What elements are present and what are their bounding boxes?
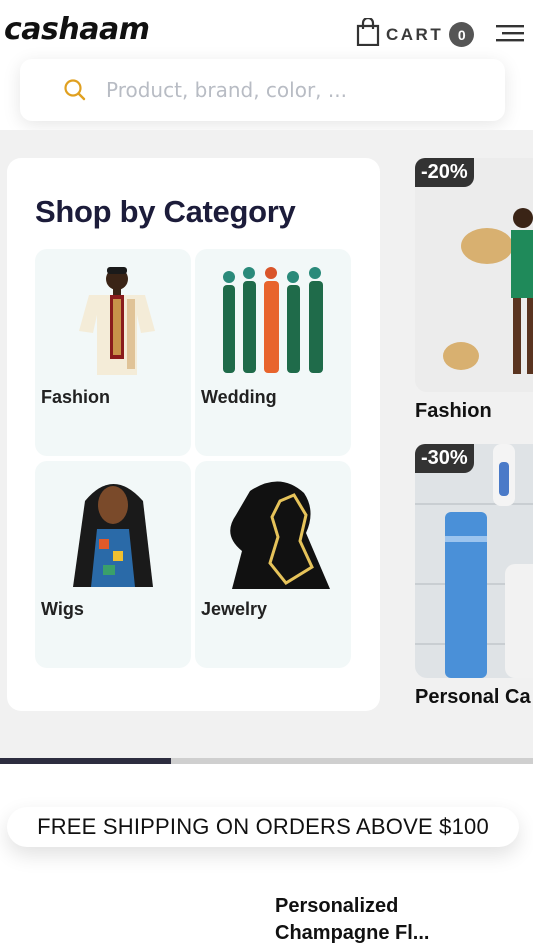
category-tile-wedding[interactable]: Wedding [195, 249, 351, 456]
fashion-image [79, 267, 155, 375]
category-tile-fashion[interactable]: Fashion [35, 249, 191, 456]
search-bar[interactable] [20, 59, 505, 121]
deal-image [415, 158, 533, 392]
personal-care-image [415, 444, 533, 678]
free-shipping-banner: FREE SHIPPING ON ORDERS ABOVE $100 [7, 807, 519, 847]
shopping-bag-icon [356, 16, 380, 51]
category-card: Shop by Category Fashion Wedding Wigs Je… [7, 158, 380, 711]
fashion-model-image [415, 158, 533, 392]
category-label: Jewelry [201, 599, 268, 619]
category-tile-wigs[interactable]: Wigs [35, 461, 191, 668]
category-label: Fashion [41, 387, 111, 407]
logo[interactable]: cashaam [4, 12, 150, 47]
product-title[interactable]: Personalized Champagne Fl... [275, 893, 515, 944]
search-icon [64, 79, 86, 101]
header: cashaam CART 0 [0, 0, 533, 130]
category-label: Wigs [41, 599, 84, 619]
cart-label: CART [386, 24, 444, 44]
discount-badge: -30% [415, 444, 474, 473]
deal-label: Personal Ca [415, 686, 531, 708]
product-title-line1: Personalized [275, 895, 399, 917]
category-label: Wedding [201, 387, 277, 407]
carousel-scroll-thumb[interactable] [0, 758, 171, 764]
wigs-image [73, 484, 153, 587]
discount-badge: -20% [415, 158, 474, 187]
jewelry-image [230, 481, 330, 589]
wedding-image [223, 267, 323, 373]
cart-count-badge: 0 [449, 22, 475, 47]
hamburger-icon [496, 25, 524, 42]
carousel-scrollbar[interactable] [0, 758, 533, 764]
deal-card-personal-care[interactable]: -30% Personal Ca [415, 444, 533, 714]
menu-button[interactable] [496, 22, 526, 44]
page: cashaam CART 0 Product, brand, color, ..… [0, 0, 533, 944]
deal-image [415, 444, 533, 678]
deal-label: Fashion [415, 400, 492, 422]
search-input[interactable] [106, 78, 476, 102]
deal-card-fashion[interactable]: -20% Fashion [415, 158, 533, 428]
category-tile-jewelry[interactable]: Jewelry [195, 461, 351, 668]
product-title-line2: Champagne Fl... [275, 922, 430, 944]
cart-button[interactable]: CART 0 [356, 16, 475, 51]
category-title: Shop by Category [35, 194, 296, 229]
